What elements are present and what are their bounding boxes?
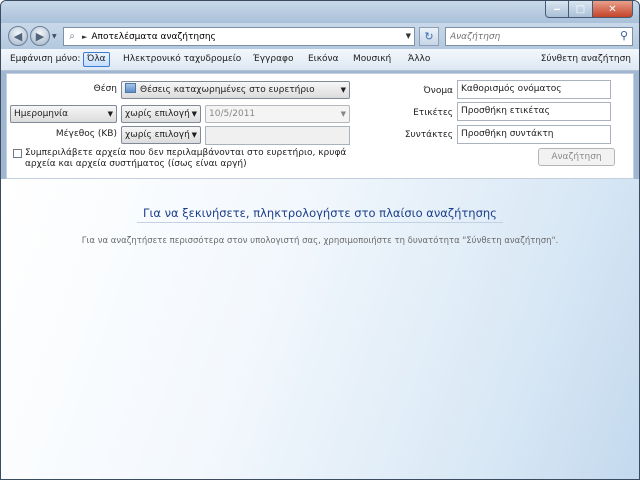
filter-document[interactable]: Έγγραφο [253,54,293,64]
search-box[interactable]: ⚲ [445,27,633,46]
results-area: Για να ξεκινήσετε, πληκτρολογήστε στο πλ… [1,179,639,479]
advanced-search-button[interactable]: Αναζήτηση [538,148,615,166]
empty-state-subtext: Για να αναζητήσετε περισσότερα στον υπολ… [81,236,559,246]
date-field-value: Ημερομηνία [14,109,69,119]
date-picker[interactable]: 10/5/2011 ▼ [205,105,350,123]
forward-button[interactable]: ▶ [30,26,50,46]
refresh-icon: ↻ [424,30,434,43]
size-operator-value: χωρίς επιλογή [125,130,190,140]
size-input[interactable] [205,126,350,145]
explorer-window: ‒ □ ✕ ◀ ▶ ▼ ⌕ ► Αποτελέσματα αναζήτησης … [0,0,640,480]
search-input[interactable] [450,29,610,44]
close-button[interactable]: ✕ [593,1,633,18]
minimize-button[interactable]: ‒ [545,1,569,18]
dropdown-arrow-icon: ▼ [191,131,197,139]
name-label: Όνομα [423,86,453,96]
filter-other[interactable]: Άλλο [408,54,430,64]
search-icon[interactable]: ⚲ [620,29,628,42]
address-bar[interactable]: ⌕ ► Αποτελέσματα αναζήτησης ▼ [63,27,415,46]
advanced-search-toggle[interactable]: Σύνθετη αναζήτηση [541,54,631,64]
indexed-folder-icon [125,83,136,93]
dropdown-arrow-icon: ▼ [340,86,346,94]
title-bar[interactable]: ‒ □ ✕ [1,1,639,23]
dropdown-arrow-icon: ▼ [340,110,346,118]
date-operator-value: χωρίς επιλογή [125,109,190,119]
divider [137,222,503,223]
breadcrumb-separator[interactable]: ► [82,33,87,41]
date-value: 10/5/2011 [209,109,256,119]
authors-input[interactable]: Προσθήκη συντάκτη [457,125,611,144]
maximize-button[interactable]: □ [569,1,593,18]
caption-buttons: ‒ □ ✕ [545,1,633,18]
include-nonindexed-label[interactable]: Συμπεριλάβετε αρχεία που δεν περιλαμβάνο… [25,148,355,170]
filter-all[interactable]: Όλα [83,52,110,67]
breadcrumb-search-results[interactable]: Αποτελέσματα αναζήτησης [91,32,215,42]
date-field-select[interactable]: Ημερομηνία ▼ [10,105,117,123]
location-label: Θέση [93,84,117,94]
empty-state-headline: Για να ξεκινήσετε, πληκτρολογήστε στο πλ… [143,206,497,220]
back-arrow-icon: ◀ [13,29,23,43]
include-nonindexed-checkbox[interactable] [13,149,22,158]
filter-bar: Εμφάνιση μόνο: Όλα Ηλεκτρονικό ταχυδρομε… [1,49,639,71]
recent-pages-dropdown[interactable]: ▼ [52,33,57,40]
location-select[interactable]: Θέσεις καταχωρημένες στο ευρετήριο ▼ [121,81,350,99]
dropdown-arrow-icon: ▼ [107,110,113,118]
tags-label: Ετικέτες [413,108,453,118]
search-folder-icon: ⌕ [69,31,75,42]
size-label: Μέγεθος (KB) [55,129,117,139]
refresh-button[interactable]: ↻ [419,27,439,46]
authors-label: Συντάκτες [404,130,453,140]
location-value: Θέσεις καταχωρημένες στο ευρετήριο [140,85,315,95]
date-operator-select[interactable]: χωρίς επιλογή ▼ [121,105,201,123]
back-button[interactable]: ◀ [8,26,28,46]
name-input[interactable]: Καθορισμός ονόματος [457,80,611,99]
show-only-label: Εμφάνιση μόνο: [10,54,81,64]
advanced-search-panel: Θέση Θέσεις καταχωρημένες στο ευρετήριο … [6,73,634,179]
dropdown-arrow-icon: ▼ [191,110,197,118]
tags-input[interactable]: Προσθήκη ετικέτας [457,102,611,121]
filter-email[interactable]: Ηλεκτρονικό ταχυδρομείο [123,54,241,64]
size-operator-select[interactable]: χωρίς επιλογή ▼ [121,126,201,144]
address-toolbar: ◀ ▶ ▼ ⌕ ► Αποτελέσματα αναζήτησης ▼ ↻ ⚲ [1,23,639,49]
filter-music[interactable]: Μουσική [353,54,391,64]
filter-picture[interactable]: Εικόνα [308,54,339,64]
forward-arrow-icon: ▶ [35,29,45,43]
address-dropdown-arrow-icon[interactable]: ▼ [406,32,411,40]
